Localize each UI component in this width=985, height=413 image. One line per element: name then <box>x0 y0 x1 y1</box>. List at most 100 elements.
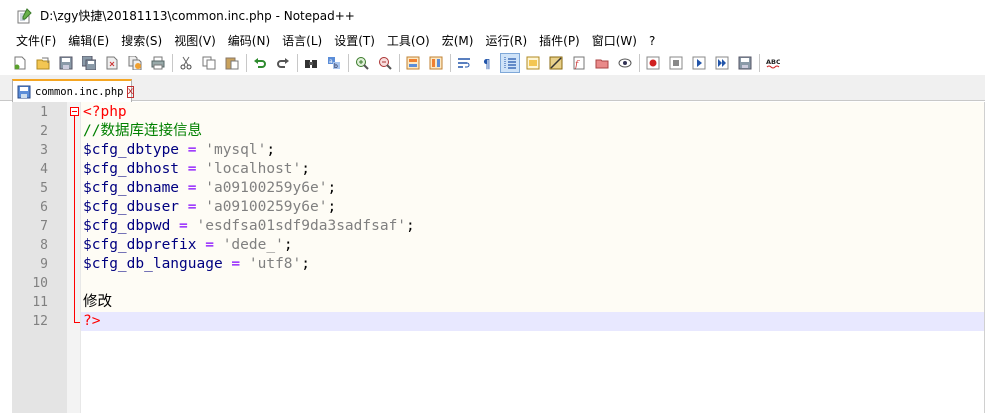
code-line[interactable]: $cfg_dbprefix = 'dede_'; <box>83 236 293 255</box>
code-token: $cfg_dbtype <box>83 142 180 158</box>
doc-map-icon[interactable] <box>546 53 566 73</box>
fold-collapse-icon[interactable] <box>70 107 79 116</box>
record-macro-icon[interactable] <box>643 53 663 73</box>
code-line[interactable]: $cfg_dbhost = 'localhost'; <box>83 160 310 179</box>
notepad-plus-plus-icon <box>16 7 32 24</box>
code-line[interactable]: $cfg_dbname = 'a09100259y6e'; <box>83 179 336 198</box>
zoom-out-icon[interactable] <box>375 53 395 73</box>
code-token: 'esdfsa01sdf9da3sadfsaf' <box>196 218 407 234</box>
fold-guide-end <box>74 322 80 323</box>
open-file-icon[interactable] <box>33 53 53 73</box>
line-number: 3 <box>40 143 48 158</box>
code-line[interactable]: 修改 <box>83 293 112 312</box>
zoom-in-icon[interactable] <box>352 53 372 73</box>
folder-workspace-icon[interactable] <box>592 53 612 73</box>
svg-text:a: a <box>329 58 333 65</box>
line-number: 2 <box>40 124 48 139</box>
code-token: 'utf8' <box>248 256 302 272</box>
function-list-icon[interactable]: f <box>569 53 589 73</box>
code-token: 'a09100259y6e' <box>205 199 328 215</box>
play-macro-icon[interactable] <box>689 53 709 73</box>
run-macro-multiple-icon[interactable] <box>712 53 732 73</box>
code-line[interactable]: $cfg_dbpwd = 'esdfsa01sdf9da3sadfsaf'; <box>83 217 415 236</box>
find-icon[interactable] <box>301 53 321 73</box>
stop-macro-icon[interactable] <box>666 53 686 73</box>
save-all-icon[interactable] <box>79 53 99 73</box>
code-line[interactable]: $cfg_db_language = 'utf8'; <box>83 255 310 274</box>
menu-help[interactable]: ? <box>643 34 661 48</box>
line-number: 1 <box>40 105 48 120</box>
code-token: ; <box>266 142 276 158</box>
print-icon[interactable] <box>148 53 168 73</box>
menu-file[interactable]: 文件(F) <box>10 32 62 49</box>
close-icon[interactable] <box>102 53 122 73</box>
save-icon <box>17 85 31 99</box>
replace-icon[interactable]: ab <box>324 53 344 73</box>
tab-common-inc-php[interactable]: common.inc.php x <box>12 79 135 102</box>
code-token: ; <box>327 199 337 215</box>
line-number: 9 <box>40 257 48 272</box>
menu-tools[interactable]: 工具(O) <box>381 32 436 49</box>
code-token: $cfg_dbpwd <box>83 218 171 234</box>
line-number: 7 <box>40 219 48 234</box>
svg-text:b: b <box>334 63 338 70</box>
line-number: 8 <box>40 238 48 253</box>
new-file-icon[interactable] <box>10 53 30 73</box>
toolbar-separator <box>297 53 298 72</box>
code-token: $cfg_dbprefix <box>83 237 197 253</box>
cut-icon[interactable] <box>176 53 196 73</box>
menu-window[interactable]: 窗口(W) <box>586 32 643 49</box>
code-editor[interactable]: 1 2 3 4 5 6 7 8 9 10 11 12 <?php//数据库连接信息 $cfg_dbtype… <box>12 102 985 413</box>
close-all-icon[interactable] <box>125 53 145 73</box>
monitor-icon[interactable] <box>615 53 635 73</box>
svg-text:¶: ¶ <box>483 57 491 70</box>
redo-icon[interactable] <box>273 53 293 73</box>
save-icon[interactable] <box>56 53 76 73</box>
toolbar: ab ¶ f ABC <box>0 50 985 75</box>
tab-label: common.inc.php <box>35 85 124 98</box>
code-token: ; <box>283 237 293 253</box>
paste-icon[interactable] <box>222 53 242 73</box>
menu-language[interactable]: 语言(L) <box>276 32 328 49</box>
code-token: ; <box>406 218 415 234</box>
menu-settings[interactable]: 设置(T) <box>328 32 381 49</box>
line-number: 12 <box>32 314 48 329</box>
code-line[interactable]: <?php <box>83 103 127 122</box>
menu-macro[interactable]: 宏(M) <box>436 32 480 49</box>
code-line[interactable]: $cfg_dbtype = 'mysql'; <box>83 141 275 160</box>
fold-guide-line <box>74 116 75 323</box>
menu-view[interactable]: 视图(V) <box>168 32 222 49</box>
show-all-characters-icon[interactable]: ¶ <box>477 53 497 73</box>
toolbar-separator <box>348 53 349 72</box>
code-token: $cfg_db_language <box>83 256 223 272</box>
code-token: = <box>196 237 223 253</box>
copy-icon[interactable] <box>199 53 219 73</box>
save-macro-icon[interactable] <box>735 53 755 73</box>
menu-plugins[interactable]: 插件(P) <box>533 32 586 49</box>
code-token: 修改 <box>83 294 112 310</box>
svg-text:ABC: ABC <box>766 58 780 66</box>
code-token: = <box>222 256 249 272</box>
window-title: D:\zgy快捷\20181113\common.inc.php - Notep… <box>40 9 355 23</box>
sync-vertical-icon[interactable] <box>403 53 423 73</box>
current-line-highlight <box>81 312 985 331</box>
sync-horizontal-icon[interactable] <box>426 53 446 73</box>
spell-check-icon[interactable]: ABC <box>763 53 783 73</box>
undo-icon[interactable] <box>250 53 270 73</box>
language-icon[interactable] <box>523 53 543 73</box>
close-icon[interactable]: x <box>126 85 135 98</box>
code-token: ?> <box>83 313 101 329</box>
menu-encoding[interactable]: 编码(N) <box>222 32 276 49</box>
code-line[interactable]: $cfg_dbuser = 'a09100259y6e'; <box>83 198 336 217</box>
menu-run[interactable]: 运行(R) <box>479 32 533 49</box>
word-wrap-icon[interactable] <box>454 53 474 73</box>
code-token: ; <box>301 161 310 177</box>
menu-bar: 文件(F) 编辑(E) 搜索(S) 视图(V) 编码(N) 语言(L) 设置(T… <box>0 31 985 50</box>
code-token: 'localhost' <box>205 161 302 177</box>
menu-edit[interactable]: 编辑(E) <box>62 32 115 49</box>
indent-guide-icon[interactable] <box>500 52 520 73</box>
menu-search[interactable]: 搜索(S) <box>115 32 168 49</box>
toolbar-separator <box>759 53 760 72</box>
code-line[interactable]: //数据库连接信息 <box>83 122 202 141</box>
code-line[interactable]: ?> <box>83 312 100 331</box>
